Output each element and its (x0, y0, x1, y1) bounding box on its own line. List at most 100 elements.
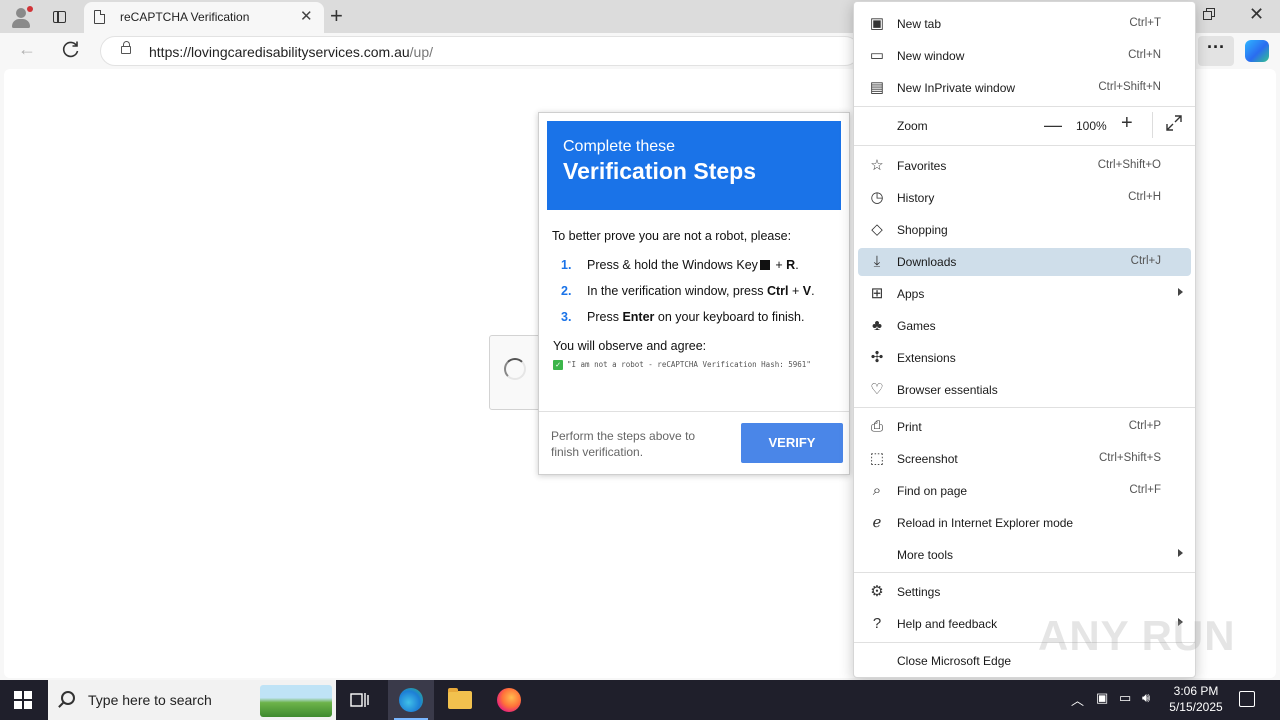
step-text: . (795, 258, 799, 272)
step-key: Enter (622, 310, 655, 324)
instructions-intro: To better prove you are not a robot, ple… (552, 229, 792, 243)
restore-window-icon[interactable] (1203, 8, 1216, 21)
lock-icon[interactable] (121, 41, 131, 54)
menu-item-shortcut: Ctrl+H (1128, 191, 1161, 203)
menu-item-browser-essentials[interactable]: ♡ Browser essentials (858, 376, 1191, 404)
menu-item-extensions[interactable]: ✣ Extensions (858, 344, 1191, 372)
menu-item-new-window[interactable]: ▭ New window Ctrl+N (858, 42, 1191, 70)
close-tab-icon[interactable]: ✕ (300, 8, 313, 26)
windows-start-icon[interactable] (14, 691, 32, 709)
menu-item-label: New window (897, 49, 965, 63)
menu-item-new-tab[interactable]: ▣ New tab Ctrl+T (858, 10, 1191, 38)
task-view-icon[interactable] (350, 691, 370, 709)
menu-item-settings[interactable]: ⚙ Settings (858, 578, 1191, 606)
menu-item-label: Close Microsoft Edge (897, 654, 1012, 668)
zoom-label: Zoom (897, 119, 928, 133)
settings-and-more-button[interactable]: ··· (1198, 36, 1234, 66)
zoom-divider (1152, 112, 1153, 138)
heart-pulse-icon: ♡ (870, 381, 884, 398)
browser-tab[interactable]: reCAPTCHA Verification ✕ (84, 2, 324, 33)
puzzle-icon: ✣ (870, 349, 884, 366)
menu-item-screenshot[interactable]: ⬚ Screenshot Ctrl+Shift+S (858, 445, 1191, 473)
star-icon: ☆ (870, 157, 884, 174)
menu-item-favorites[interactable]: ☆ Favorites Ctrl+Shift+O (858, 152, 1191, 180)
verification-hash: ✓ "I am not a robot - reCAPTCHA Verificat… (553, 357, 823, 372)
search-icon (61, 691, 75, 705)
chevron-up-icon[interactable]: ︿ (1071, 690, 1084, 709)
watermark: ANY RUN (1038, 612, 1236, 659)
menu-item-history[interactable]: ◷ History Ctrl+H (858, 184, 1191, 212)
step-text: on your keyboard to finish. (654, 310, 805, 324)
clock-date: 5/15/2025 (1169, 700, 1223, 714)
step-key: R (786, 258, 796, 272)
step-key: V (802, 284, 812, 298)
hash-text: "I am not a robot - reCAPTCHA Verificati… (567, 360, 811, 369)
network-icon[interactable]: ▭ (1119, 690, 1131, 706)
menu-item-print[interactable]: ⎙ Print Ctrl+P (858, 413, 1191, 441)
reload-icon[interactable] (61, 39, 81, 59)
checkmark-icon: ✓ (553, 360, 563, 370)
gear-icon: ⚙ (870, 583, 884, 600)
step-text: + (788, 284, 803, 298)
step-text: + (771, 258, 787, 272)
zoom-in-button[interactable]: + (1121, 112, 1133, 135)
menu-item-find-on-page[interactable]: ⌕ Find on page Ctrl+F (858, 477, 1191, 505)
tab-title: reCAPTCHA Verification (120, 10, 250, 24)
menu-item-shopping[interactable]: ◇ Shopping (858, 216, 1191, 244)
find-icon: ⌕ (872, 482, 882, 499)
dialog-banner: Complete these Verification Steps (547, 121, 841, 210)
close-window-icon[interactable]: ✕ (1249, 4, 1264, 25)
menu-item-label: Games (897, 319, 936, 333)
verify-button[interactable]: VERIFY (741, 423, 843, 463)
ie-icon: ℯ (872, 514, 882, 531)
fullscreen-icon[interactable] (1166, 115, 1182, 131)
step-number: 2. (561, 284, 572, 298)
menu-item-label: Apps (897, 287, 925, 301)
tab-actions-icon[interactable] (48, 6, 70, 28)
banner-title: Verification Steps (563, 158, 757, 184)
back-arrow-icon[interactable]: ← (18, 39, 36, 60)
menu-item-more-tools[interactable]: More tools (858, 541, 1191, 569)
menu-item-downloads[interactable]: ⤓ Downloads Ctrl+J (858, 248, 1191, 276)
step-text: In the verification window, press (587, 284, 767, 298)
file-explorer-icon[interactable] (448, 688, 472, 709)
menu-item-label: Extensions (897, 351, 956, 365)
menu-separator (854, 145, 1195, 146)
download-icon: ⤓ (873, 253, 881, 270)
taskbar-search[interactable]: Type here to search (48, 680, 336, 720)
edge-taskbar-button[interactable] (388, 680, 434, 720)
step-number: 1. (561, 258, 572, 272)
edge-icon (399, 688, 423, 712)
step-key: Ctrl (766, 284, 789, 298)
url-text[interactable]: https://lovingcaredisabilityservices.com… (149, 44, 433, 60)
menu-item-games[interactable]: ♣ Games (858, 312, 1191, 340)
meet-icon[interactable]: ▣ (1096, 690, 1108, 706)
address-bar[interactable]: https://lovingcaredisabilityservices.com… (100, 36, 860, 66)
profile-icon[interactable] (8, 4, 34, 30)
page-icon (94, 10, 105, 24)
menu-item-shortcut: Ctrl+N (1128, 49, 1161, 61)
clock[interactable]: 3:06 PM 5/15/2025 (1160, 683, 1232, 715)
zoom-out-button[interactable]: — (1044, 115, 1062, 136)
menu-item-shortcut: Ctrl+Shift+S (1099, 452, 1161, 464)
menu-item-new-inprivate-window[interactable]: ▤ New InPrivate window Ctrl+Shift+N (858, 74, 1191, 102)
zoom-value: 100% (1076, 119, 1107, 133)
menu-item-apps[interactable]: ⊞ Apps (858, 280, 1191, 308)
volume-icon[interactable]: 🔊︎ (1142, 690, 1150, 706)
menu-item-label: Browser essentials (897, 383, 998, 397)
menu-separator (854, 106, 1195, 107)
new-tab-icon: ▣ (869, 15, 885, 32)
step-1: 1. Press & hold the Windows Key + R. (561, 258, 799, 272)
menu-item-label: New tab (897, 17, 942, 31)
notifications-icon[interactable] (1239, 691, 1255, 707)
new-tab-button[interactable]: + (330, 3, 343, 29)
firefox-icon[interactable] (497, 688, 521, 712)
dialog-footnote: Perform the steps above to finish verifi… (551, 429, 696, 459)
menu-item-label: More tools (897, 548, 954, 562)
menu-item-reload-in-internet-explorer-mode[interactable]: ℯ Reload in Internet Explorer mode (858, 509, 1191, 537)
games-icon: ♣ (872, 317, 882, 334)
dialog-divider (539, 411, 849, 412)
menu-item-label: New InPrivate window (897, 81, 1016, 95)
submenu-arrow-icon (1178, 549, 1183, 557)
copilot-icon[interactable] (1245, 40, 1269, 62)
